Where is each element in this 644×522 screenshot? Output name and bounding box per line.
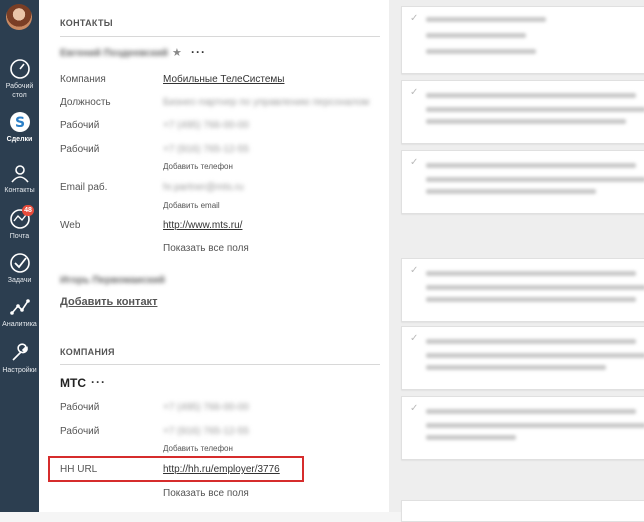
web-label: Web: [60, 220, 81, 231]
tasks-icon: [9, 253, 30, 273]
nav-label: Настройки: [2, 367, 37, 374]
add-email-link[interactable]: Добавить email: [163, 201, 220, 210]
company-name[interactable]: МТС: [60, 376, 86, 390]
avatar[interactable]: [6, 4, 32, 30]
check-icon: ✓: [410, 265, 419, 276]
secondary-contact-name[interactable]: Игорь Первомаиский: [60, 275, 165, 286]
add-contact-link[interactable]: Добавить контакт: [60, 296, 157, 308]
hh-url-label: HH URL: [60, 464, 98, 475]
divider: [60, 364, 380, 365]
nav-label: Аналитика: [2, 321, 37, 328]
email-value[interactable]: hr.partner@mts.ru: [163, 182, 244, 193]
nav-item-deals[interactable]: S Сделки: [0, 111, 39, 144]
nav-item-dashboard[interactable]: Рабочий стол: [0, 58, 39, 100]
dashboard-icon: [9, 59, 30, 79]
nav-item-contacts[interactable]: Контакты: [0, 162, 39, 195]
feed-card[interactable]: ✓: [401, 326, 644, 390]
show-all-fields-link[interactable]: Показать все поля: [163, 488, 249, 499]
work-phone-label: Рабочий: [60, 144, 100, 155]
divider: [60, 36, 380, 37]
feed-card[interactable]: [401, 500, 644, 522]
more-options-icon[interactable]: ···: [191, 45, 206, 59]
nav-item-analytics[interactable]: Аналитика: [0, 296, 39, 329]
web-link[interactable]: http://www.mts.ru/: [163, 220, 242, 231]
check-icon: ✓: [410, 13, 419, 24]
check-icon: ✓: [410, 333, 419, 344]
feed-card[interactable]: ✓: [401, 258, 644, 322]
nav-item-settings[interactable]: Настройки: [0, 342, 39, 375]
nav-item-mail[interactable]: 48 Почта: [0, 205, 39, 241]
svg-text:S: S: [14, 115, 24, 131]
analytics-icon: [9, 299, 30, 315]
email-label: Email раб.: [60, 182, 108, 193]
work-phone-label: Рабочий: [60, 402, 100, 413]
settings-icon: [11, 343, 28, 361]
contacts-icon: [10, 165, 29, 183]
show-all-fields-link[interactable]: Показать все поля: [163, 243, 249, 254]
work-phone-value[interactable]: +7 (916) 765-12-55: [163, 426, 249, 437]
hh-url-link[interactable]: http://hh.ru/employer/3776: [163, 464, 280, 475]
check-icon: ✓: [410, 87, 419, 98]
nav-label: Рабочий стол: [5, 83, 34, 99]
more-options-icon[interactable]: ···: [91, 375, 106, 389]
check-icon: ✓: [410, 403, 419, 414]
feed-card[interactable]: ✓: [401, 6, 644, 74]
mail-badge: 48: [22, 205, 34, 216]
work-phone-label: Рабочий: [60, 120, 100, 131]
sidebar: Рабочий стол S Сделки Контакты 48 Почта …: [0, 0, 39, 512]
activity-feed: ✓ ✓ ✓ ✓ ✓ ✓: [389, 0, 644, 522]
add-phone-link[interactable]: Добавить телефон: [163, 162, 233, 171]
check-icon: ✓: [410, 157, 419, 168]
company-section-title: КОМПАНИЯ: [60, 347, 115, 357]
position-value[interactable]: Бизнес-партнер по управлению персоналом: [163, 97, 369, 108]
star-icon[interactable]: ★: [172, 46, 182, 59]
position-label: Должность: [60, 97, 111, 108]
company-label: Компания: [60, 74, 106, 85]
nav-label: Задачи: [7, 277, 32, 284]
work-phone-label: Рабочий: [60, 426, 100, 437]
contacts-section-title: КОНТАКТЫ: [60, 18, 113, 28]
feed-card[interactable]: ✓: [401, 396, 644, 460]
nav-label: Почта: [9, 233, 30, 240]
work-phone-value[interactable]: +7 (916) 765-12-55: [163, 144, 249, 155]
nav-item-tasks[interactable]: Задачи: [0, 252, 39, 285]
deals-icon: S: [9, 112, 30, 132]
feed-card[interactable]: ✓: [401, 150, 644, 214]
company-link[interactable]: Мобильные ТелеСистемы: [163, 74, 284, 85]
feed-card[interactable]: ✓: [401, 80, 644, 144]
nav-label: Контакты: [4, 187, 35, 194]
contact-panel: КОНТАКТЫ Евгений Поздеевский ★ ··· Компа…: [39, 0, 389, 512]
work-phone-value[interactable]: +7 (495) 766-00-00: [163, 120, 249, 131]
nav-label: Сделки: [6, 136, 33, 143]
work-phone-value[interactable]: +7 (495) 766-00-00: [163, 402, 249, 413]
add-phone-link[interactable]: Добавить телефон: [163, 444, 233, 453]
primary-contact-name[interactable]: Евгений Поздеевский: [60, 48, 168, 59]
